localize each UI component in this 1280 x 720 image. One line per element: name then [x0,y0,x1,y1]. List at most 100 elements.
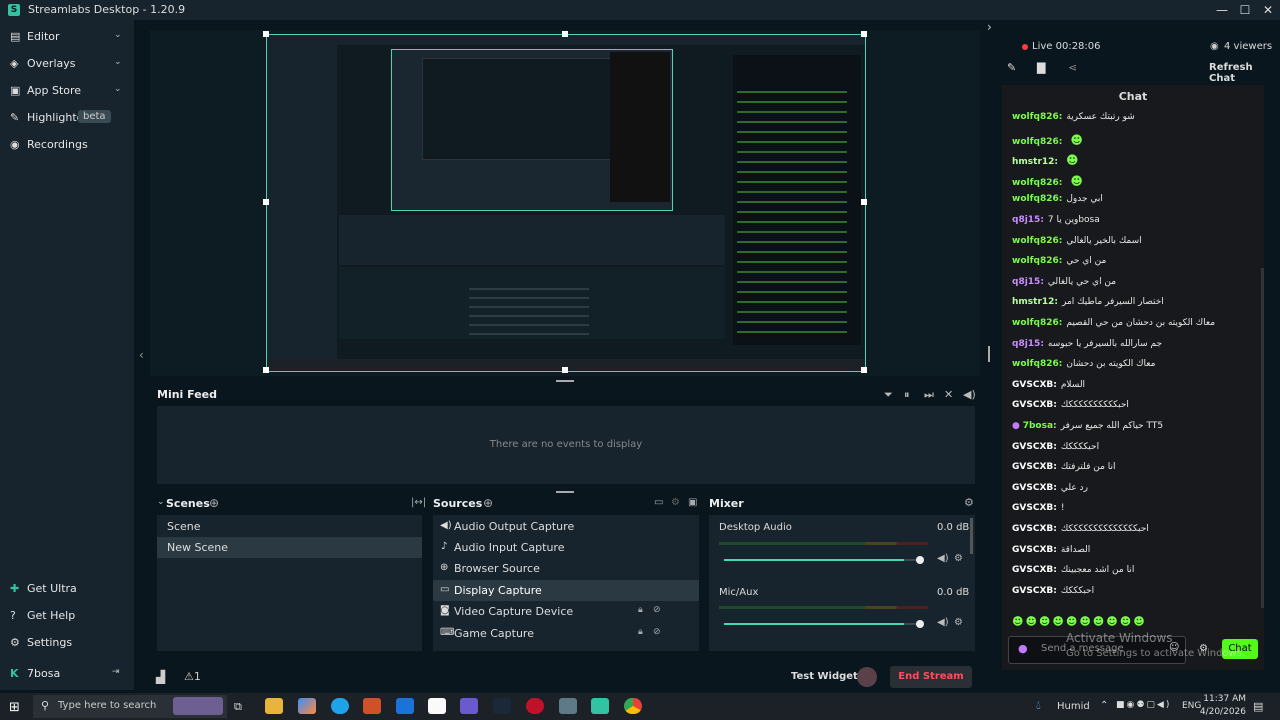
source-item[interactable]: ◙ Video Capture Device 🔒︎ ⊘ [433,601,699,622]
chat-username[interactable]: 7bosa: [1023,421,1057,431]
mute-alerts-icon[interactable]: ✕ [944,388,953,401]
speaker-icon[interactable]: ◀) [937,617,949,628]
source-item[interactable]: ♪ Audio Input Capture [433,537,699,558]
chat-username[interactable]: q8j15: [1012,215,1044,225]
tray-icons[interactable]: ■◉⚉▢◀) [1116,700,1171,710]
volume-slider-track[interactable] [724,556,924,564]
folder-icon[interactable]: ▣ [688,497,697,508]
display-capture-preview[interactable] [266,34,866,372]
speaker-icon[interactable]: ◀) [937,553,949,564]
chat-username[interactable]: GVSCXB: [1012,400,1057,410]
sidebar-item-app-store[interactable]: ▣ App Store ⌄ [0,79,134,105]
resize-handle[interactable] [988,346,990,362]
chrome-icon[interactable] [624,698,642,714]
volume-slider-thumb[interactable] [916,556,924,564]
share-icon[interactable]: ⋖ [1068,61,1077,74]
maximize-button[interactable]: ☐ [1237,2,1253,18]
source-item-selected[interactable]: ▭ Display Capture [433,580,699,601]
volume-slider-track[interactable] [724,620,924,628]
chevron-down-icon[interactable]: ⌄ [157,497,165,507]
resize-handle-r[interactable] [861,199,867,205]
chat-username[interactable]: hmstr12: [1012,297,1058,307]
close-button[interactable]: ✕ [1260,2,1276,18]
clock-time[interactable]: 11:37 AM [1202,694,1246,704]
calendar-icon[interactable] [428,698,446,714]
steam-icon[interactable] [493,698,511,714]
chat-username[interactable]: wolfq826: [1012,359,1062,369]
drag-handle[interactable] [556,491,574,493]
chat-username[interactable]: wolfq826: [1012,194,1062,204]
chat-username[interactable]: wolfq826: [1012,256,1062,266]
collapse-right-icon[interactable]: › [987,20,992,34]
gear-icon[interactable]: ⚙ [964,496,974,509]
resize-handle-bl[interactable] [263,367,269,373]
sidebar-item-settings[interactable]: ⚙ Settings [0,631,134,657]
source-properties-icon[interactable]: ⚙ [671,497,680,508]
skip-icon[interactable]: ⏭ [924,388,934,402]
chat-username[interactable]: GVSCXB: [1012,565,1057,575]
source-item[interactable]: ◀) Audio Output Capture [433,516,699,537]
resize-handle-l[interactable] [263,199,269,205]
end-stream-button[interactable]: End Stream [890,666,972,688]
group-icon[interactable]: ▭ [654,497,663,508]
test-widgets-button[interactable] [857,667,877,687]
clock-date[interactable]: 4/20/2026 [1198,707,1246,717]
chat-username[interactable]: GVSCXB: [1012,380,1057,390]
chat-username[interactable]: wolfq826: [1012,236,1062,246]
minimize-button[interactable]: — [1214,2,1230,18]
drag-handle[interactable] [556,380,574,382]
scene-item[interactable]: Scene [157,516,422,537]
volume-icon[interactable]: ◀) [963,388,976,401]
store-icon[interactable] [363,698,381,714]
scene-item-selected[interactable]: New Scene [157,537,422,558]
gear-icon[interactable]: ⚙ [954,553,963,564]
performance-icon[interactable]: ▟ [156,670,165,684]
resize-handle-tl[interactable] [263,31,269,37]
source-item[interactable]: ⊕ Browser Source [433,558,699,579]
resize-handle-tr[interactable] [861,31,867,37]
pause-icon[interactable]: ⏸ [904,388,910,402]
visibility-off-icon[interactable]: ⊘ [653,605,661,615]
visibility-off-icon[interactable]: ⊘ [653,627,661,637]
lock-icon[interactable]: 🔒︎ [638,627,643,637]
chat-username[interactable]: GVSCXB: [1012,442,1057,452]
chat-username[interactable]: wolfq826: [1012,112,1062,122]
chat-username[interactable]: GVSCXB: [1012,462,1057,472]
chat-username[interactable]: GVSCXB: [1012,545,1057,555]
chat-username[interactable]: wolfq826: [1012,178,1062,188]
add-source-icon[interactable]: ⊕ [483,496,493,510]
app-icon[interactable] [559,698,577,714]
collapse-left-icon[interactable]: ‹ [139,348,144,362]
chat-username[interactable]: GVSCXB: [1012,483,1057,493]
chat-username[interactable]: GVSCXB: [1012,503,1057,513]
chat-username[interactable]: GVSCXB: [1012,586,1057,596]
chevron-down-icon[interactable]: ⌄ [114,30,122,40]
test-widgets-label[interactable]: Test Widgets [791,671,864,682]
sidebar-item-recordings[interactable]: ◉ Recordings [0,133,134,159]
discord-icon[interactable] [460,698,478,714]
sidebar-item-overlays[interactable]: ◈ Overlays ⌄ [0,52,134,78]
gear-icon[interactable]: ⚙ [954,617,963,628]
opera-icon[interactable] [526,698,544,714]
volume-slider-thumb[interactable] [916,620,924,628]
add-scene-icon[interactable]: ⊕ [209,496,219,510]
notifications-icon[interactable]: ▤ [1253,700,1263,713]
chat-username[interactable]: q8j15: [1012,277,1044,287]
outlook-icon[interactable] [396,698,414,714]
sidebar-item-highlighter[interactable]: ✎ Highlighter beta [0,106,134,132]
task-view-icon[interactable]: ⧉ [234,700,242,714]
windows-start-icon[interactable]: ⊞ [9,700,20,715]
chevron-down-icon[interactable]: ⌄ [114,57,122,67]
scene-transitions-icon[interactable]: |↔| [411,497,426,508]
chat-username[interactable]: wolfq826: [1012,137,1062,147]
scrollbar[interactable] [970,518,973,554]
resize-handle-t[interactable] [562,31,568,37]
refresh-chat-button[interactable]: Refresh Chat [1209,62,1280,84]
sidebar-item-get-help[interactable]: ? Get Help [0,604,134,630]
resize-handle-b[interactable] [562,367,568,373]
copilot-icon[interactable] [298,698,316,714]
sidebar-item-get-ultra[interactable]: ✚ Get Ultra [0,577,134,603]
chat-username[interactable]: GVSCXB: [1012,524,1057,534]
dashboard-icon[interactable]: ▇ [1037,61,1045,74]
sidebar-item-account[interactable]: K 7bosa ⇥ [0,662,134,688]
